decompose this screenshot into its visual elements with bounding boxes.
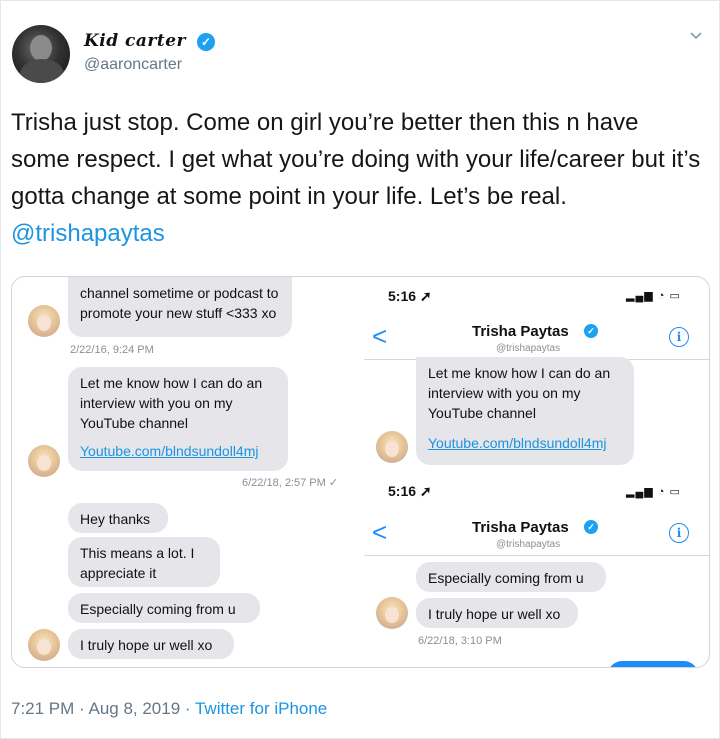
contact-handle: @trishapaytas [496, 343, 561, 354]
tweet-timestamp[interactable]: 7:21 PM · Aug 8, 2019 [11, 699, 180, 718]
verified-badge-icon: ✓ [584, 324, 598, 338]
message-bubble: Especially coming from u [416, 562, 606, 592]
display-name[interactable]: Kid carter [84, 31, 186, 51]
message-date: 6/22/18, 3:10 PM [418, 635, 502, 647]
contact-avatar [28, 305, 60, 337]
status-icons: ▂▄▆ ◔ ▭ [626, 290, 681, 302]
message-date: 2/22/16, 9:24 PM [70, 344, 154, 356]
contact-name: Trisha Paytas [472, 519, 569, 536]
message-bubble: Let me know how I can do an interview wi… [416, 357, 634, 465]
contact-avatar [376, 431, 408, 463]
contact-avatar [28, 629, 60, 661]
message-bubble: Especially coming from u [68, 593, 260, 623]
info-icon[interactable]: i [669, 327, 689, 347]
chevron-down-icon[interactable] [690, 30, 702, 42]
divider [364, 555, 709, 556]
tweet-text: Trisha just stop. Come on girl you’re be… [11, 104, 701, 252]
message-text: Let me know how I can do an interview wi… [80, 375, 263, 431]
verified-badge-icon: ✓ [584, 520, 598, 534]
message-text: Let me know how I can do an interview wi… [428, 365, 611, 421]
status-icons: ▂▄▆ ◔ ▭ [626, 486, 681, 498]
tweet-image[interactable]: channel sometime or podcast to promote y… [11, 276, 710, 668]
verified-badge-icon: ✓ [197, 33, 215, 51]
message-bubble: Let me know how I can do an interview wi… [68, 367, 288, 471]
contact-name: Trisha Paytas [472, 323, 569, 340]
message-link[interactable]: Youtube.com/blndsundoll4mj [80, 441, 276, 461]
user-handle[interactable]: @aaroncarter [84, 56, 182, 74]
message-bubble: I truly hope ur well xo [68, 629, 234, 659]
back-button[interactable]: < [372, 321, 387, 352]
mention-link[interactable]: @trishapaytas [11, 220, 165, 247]
status-time: 5:16 ➚ [388, 483, 432, 499]
message-date: 6/22/18, 2:57 PM ✓ [242, 477, 339, 489]
profile-avatar[interactable] [12, 25, 70, 83]
tweet-client-link[interactable]: Twitter for iPhone [195, 699, 327, 718]
message-bubble: Hey thanks [68, 503, 168, 533]
message-bubble: This means a lot. I appreciate it [68, 537, 220, 587]
sent-message-bubble [608, 661, 698, 667]
info-icon[interactable]: i [669, 523, 689, 543]
message-link[interactable]: Youtube.com/blndsundoll4mj [428, 433, 622, 453]
message-bubble: channel sometime or podcast to promote y… [68, 277, 292, 337]
back-button[interactable]: < [372, 517, 387, 548]
message-bubble: I truly hope ur well xo [416, 598, 578, 628]
contact-avatar [376, 597, 408, 629]
contact-handle: @trishapaytas [496, 539, 561, 550]
status-time: 5:16 ➚ [388, 288, 432, 304]
tweet-body: Trisha just stop. Come on girl you’re be… [11, 109, 701, 210]
tweet-meta: 7:21 PM · Aug 8, 2019 · Twitter for iPho… [11, 699, 328, 718]
contact-avatar [28, 445, 60, 477]
